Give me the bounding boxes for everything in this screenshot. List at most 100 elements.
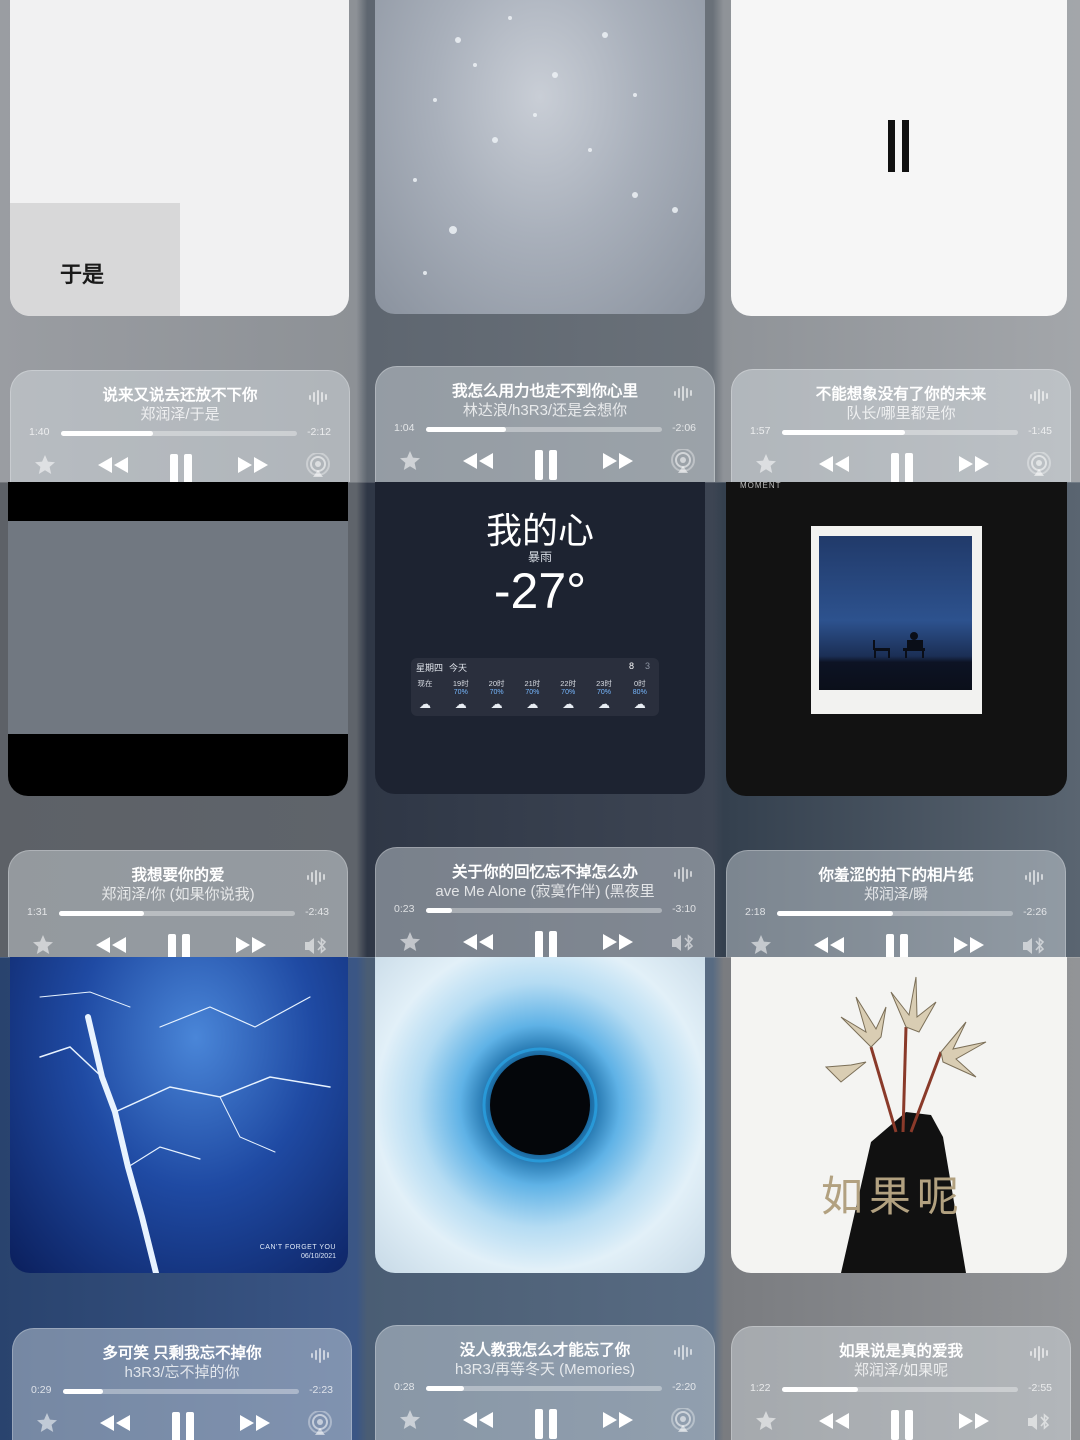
player-card-4: 我想要你的爱 郑润泽/你 (如果你说我) 1:31 -2:43 bbox=[8, 850, 348, 957]
rewind-icon[interactable] bbox=[460, 449, 496, 473]
song-subtitle: h3R3/再等冬天 (Memories) bbox=[454, 1361, 636, 1378]
pause-icon[interactable] bbox=[890, 452, 914, 482]
playback-controls bbox=[732, 1409, 1070, 1440]
progress-scrubber[interactable] bbox=[782, 1387, 1018, 1392]
progress-fill bbox=[63, 1389, 104, 1394]
progress-scrubber[interactable] bbox=[777, 911, 1013, 916]
star-icon[interactable] bbox=[754, 452, 778, 476]
song-subtitle: ave Me Alone (寂寞作伴) (黑夜里 bbox=[435, 883, 655, 900]
song-title: 多可笑 只剩我忘不掉你 bbox=[102, 1345, 262, 1362]
star-icon[interactable] bbox=[749, 933, 773, 957]
waveform-icon bbox=[674, 1344, 694, 1360]
progress-scrubber[interactable] bbox=[426, 427, 662, 432]
pause-icon[interactable] bbox=[890, 1409, 914, 1440]
bluetooth-speaker-icon[interactable] bbox=[1026, 1409, 1052, 1435]
star-icon[interactable] bbox=[35, 1411, 59, 1435]
fast-forward-icon[interactable] bbox=[600, 449, 636, 473]
pause-icon[interactable] bbox=[534, 449, 558, 481]
progress-scrubber[interactable] bbox=[782, 430, 1018, 435]
progress-fill bbox=[782, 430, 905, 435]
remaining-time: -3:10 bbox=[672, 903, 696, 915]
star-icon[interactable] bbox=[754, 1409, 778, 1433]
progress-scrubber[interactable] bbox=[61, 431, 297, 436]
flowers-graphic bbox=[824, 976, 987, 1273]
fast-forward-icon[interactable] bbox=[600, 930, 636, 954]
remaining-time: -2:23 bbox=[309, 1384, 333, 1396]
album-art-yushi[interactable]: 于是 bbox=[10, 0, 349, 316]
airplay-icon[interactable] bbox=[670, 449, 696, 475]
forecast-low: 3 bbox=[645, 661, 651, 671]
airplay-icon[interactable] bbox=[1026, 452, 1052, 478]
star-icon[interactable] bbox=[31, 933, 55, 957]
forecast-hour: 21时 70% ☁ bbox=[514, 678, 550, 710]
forecast-hour: 现在 ☁ bbox=[407, 678, 443, 710]
pause-icon[interactable] bbox=[167, 933, 191, 957]
album-art-eye[interactable] bbox=[375, 957, 705, 1273]
forecast-hour: 22时 70% ☁ bbox=[550, 678, 586, 710]
elapsed-time: 1:22 bbox=[750, 1382, 771, 1394]
waveform-icon bbox=[674, 385, 694, 401]
playback-controls bbox=[9, 933, 347, 957]
forecast-hour-label: 22时 bbox=[560, 679, 577, 688]
fast-forward-icon[interactable] bbox=[233, 933, 269, 957]
album-art-pause[interactable] bbox=[731, 0, 1067, 316]
star-icon[interactable] bbox=[398, 930, 422, 954]
rewind-icon[interactable] bbox=[97, 1411, 133, 1435]
fast-forward-icon[interactable] bbox=[600, 1408, 636, 1432]
art-gray-panel bbox=[8, 521, 348, 734]
remaining-time: -2:20 bbox=[672, 1381, 696, 1393]
star-icon[interactable] bbox=[398, 449, 422, 473]
airplay-icon[interactable] bbox=[305, 453, 331, 479]
progress-scrubber[interactable] bbox=[63, 1389, 299, 1394]
pause-icon[interactable] bbox=[169, 453, 193, 482]
progress-scrubber[interactable] bbox=[426, 908, 662, 913]
waveform-icon bbox=[307, 869, 327, 885]
player-card-3: 不能想象没有了你的未来 队长/哪里都是你 1:57 -1:45 bbox=[731, 369, 1071, 482]
fast-forward-icon[interactable] bbox=[956, 452, 992, 476]
pause-icon[interactable] bbox=[171, 1411, 195, 1440]
rewind-icon[interactable] bbox=[93, 933, 129, 957]
forecast-hour-label: 现在 bbox=[417, 679, 433, 688]
weather-widget[interactable]: 我的心 暴雨 -27° 星期四 今天 8 3 现在 ☁ 19时 70% ☁ 20时 … bbox=[375, 482, 705, 794]
player-card-1: 说来又说去还放不下你 郑润泽/于是 1:40 -2:12 bbox=[10, 370, 350, 482]
remaining-time: -2:06 bbox=[672, 422, 696, 434]
fast-forward-icon[interactable] bbox=[237, 1411, 273, 1435]
progress-scrubber[interactable] bbox=[59, 911, 295, 916]
airplay-icon[interactable] bbox=[670, 1408, 696, 1434]
art-moment-text: MOMENT bbox=[740, 482, 782, 490]
row-2: 我的心 暴雨 -27° 星期四 今天 8 3 现在 ☁ 19时 70% ☁ 20时 … bbox=[0, 482, 1080, 957]
bluetooth-speaker-icon[interactable] bbox=[1021, 933, 1047, 957]
playback-controls bbox=[732, 452, 1070, 482]
rewind-icon[interactable] bbox=[95, 453, 131, 477]
album-art-polaroid[interactable]: MOMENT bbox=[726, 482, 1067, 796]
rewind-icon[interactable] bbox=[460, 1408, 496, 1432]
album-art-gray[interactable] bbox=[8, 482, 348, 796]
rewind-icon[interactable] bbox=[816, 1409, 852, 1433]
star-icon[interactable] bbox=[398, 1408, 422, 1432]
pause-icon[interactable] bbox=[885, 933, 909, 957]
progress-scrubber[interactable] bbox=[426, 1386, 662, 1391]
rewind-icon[interactable] bbox=[811, 933, 847, 957]
rain-cloud-icon: ☁ bbox=[598, 697, 610, 711]
song-title: 我想要你的爱 bbox=[131, 867, 225, 884]
fast-forward-icon[interactable] bbox=[956, 1409, 992, 1433]
star-icon[interactable] bbox=[33, 453, 57, 477]
waveform-icon bbox=[1025, 869, 1045, 885]
album-art-lightning[interactable]: CAN'T FORGET YOU 06/10/2021 bbox=[10, 957, 348, 1273]
pause-icon[interactable] bbox=[534, 1408, 558, 1440]
rewind-icon[interactable] bbox=[460, 930, 496, 954]
rewind-icon[interactable] bbox=[816, 452, 852, 476]
progress-fill bbox=[426, 908, 452, 913]
fast-forward-icon[interactable] bbox=[235, 453, 271, 477]
bluetooth-speaker-icon[interactable] bbox=[303, 933, 329, 957]
forecast-hour: 19时 70% ☁ bbox=[443, 678, 479, 710]
pause-icon[interactable] bbox=[534, 930, 558, 957]
forecast-hour: 0时 80% ☁ bbox=[622, 678, 658, 710]
album-art-rain-sky[interactable] bbox=[375, 0, 705, 314]
forecast-high: 8 bbox=[629, 661, 635, 671]
bluetooth-speaker-icon[interactable] bbox=[670, 930, 696, 956]
waveform-icon bbox=[1030, 388, 1050, 404]
airplay-icon[interactable] bbox=[307, 1411, 333, 1437]
fast-forward-icon[interactable] bbox=[951, 933, 987, 957]
album-art-flowers[interactable]: 如果呢 bbox=[731, 957, 1067, 1273]
